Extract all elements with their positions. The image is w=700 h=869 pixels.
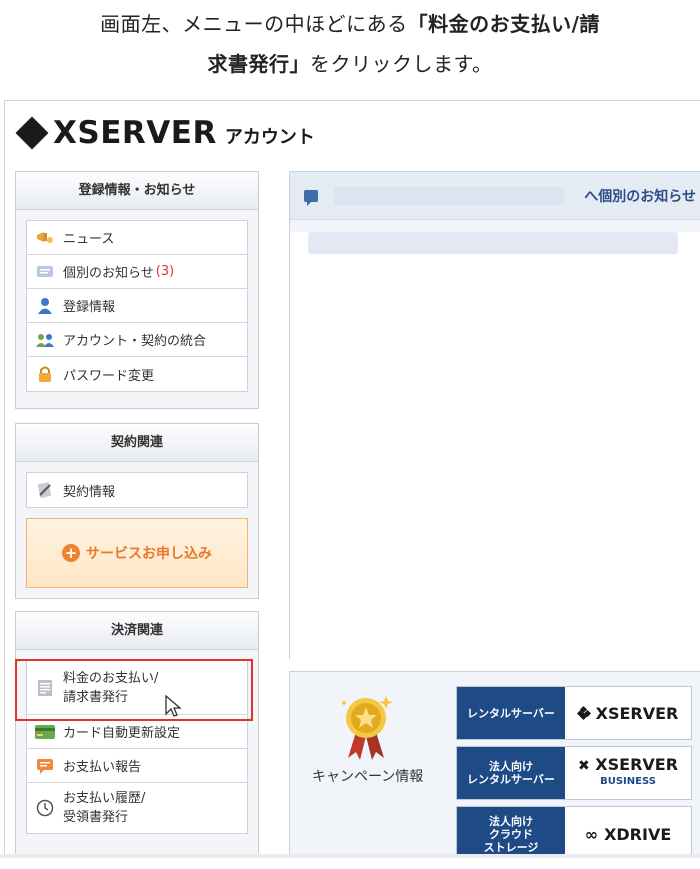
menu-item-payment-report[interactable]: お支払い報告 (27, 749, 247, 783)
banner-right-logo: ∞ XDRIVE (565, 807, 691, 857)
instruction-line2: をクリックします。 (310, 52, 493, 76)
user-icon (35, 296, 55, 316)
service-button-label: サービスお申し込み (86, 546, 212, 562)
x-mark-icon: ✖ (577, 757, 590, 774)
menu-item-label: 登録情報 (63, 300, 116, 315)
menu-item-label-line2: 受領書発行 (63, 810, 129, 825)
menu-item-label: お支払い報告 (63, 760, 142, 775)
screenshot-bottom-border (0, 854, 700, 858)
banner-rental-server[interactable]: レンタルサーバー XSERVER (456, 686, 692, 740)
payment-panel-title: 決済関連 (16, 612, 258, 650)
blurred-notice-content (308, 232, 678, 254)
instruction-emphasis-2: 求書発行」 (207, 52, 310, 76)
banner-cloud-storage[interactable]: 法人向け クラウド ストレージ ∞ XDRIVE (456, 806, 692, 857)
menu-item-payment-invoice[interactable]: 料金のお支払い/ 請求書発行 (27, 661, 247, 715)
banner-left-label: 法人向け クラウド ストレージ (457, 807, 565, 857)
contract-icon (35, 480, 55, 500)
menu-item-payment-history[interactable]: お支払い履歴/ 受領書発行 (27, 783, 247, 833)
instruction-line1: 画面左、メニューの中ほどにある (100, 12, 408, 36)
menu-item-contract-info[interactable]: 契約情報 (27, 473, 247, 507)
users-icon (35, 330, 55, 350)
banner-right-logo: XSERVER (565, 687, 691, 739)
contract-panel-title: 契約関連 (16, 424, 258, 462)
banner-left-label: 法人向け レンタルサーバー (457, 747, 565, 799)
banner-business-server[interactable]: 法人向け レンタルサーバー ✖ XSERVER BUSINESS (456, 746, 692, 800)
payment-menu: 料金のお支払い/ 請求書発行 カード自動更新設定 お支払い報告 お支払い履歴/ … (26, 660, 248, 834)
report-icon (35, 756, 55, 776)
logo-text: XSERVER (53, 115, 217, 151)
service-application-button[interactable]: + サービスお申し込み (26, 518, 248, 588)
contract-panel: 契約関連 契約情報 + サービスお申し込み (15, 423, 259, 599)
banner-brand: XSERVER (595, 754, 679, 774)
chat-icon (304, 189, 318, 206)
credit-card-icon (35, 722, 55, 742)
blurred-text (334, 186, 564, 205)
banner-left-line1: 法人向け (489, 814, 533, 828)
xserver-diamond-icon (15, 116, 49, 150)
menu-item-password-change[interactable]: パスワード変更 (27, 357, 247, 391)
banner-left-line2: レンタルサーバー (467, 773, 555, 786)
menu-item-label-line1: 料金のお支払い/ (63, 670, 159, 686)
banner-right-logo: ✖ XSERVER BUSINESS (565, 747, 691, 799)
lock-icon (35, 364, 55, 384)
payment-panel: 決済関連 料金のお支払い/ 請求書発行 カード自動更新設定 お支払い報告 お支払… (15, 611, 259, 857)
contract-menu: 契約情報 (26, 472, 248, 508)
menu-item-label: パスワード変更 (63, 368, 155, 384)
account-panel: 登録情報・お知らせ ニュース 個別のお知らせ (3) 登録情報 アカウント・契約… (15, 171, 259, 409)
banner-left-line3: ストレージ (483, 840, 539, 854)
xdrive-link-icon: ∞ (584, 824, 599, 844)
logo-subtitle: アカウント (224, 127, 315, 148)
menu-item-news[interactable]: ニュース (27, 221, 247, 255)
invoice-icon (35, 678, 55, 698)
account-menu: ニュース 個別のお知らせ (3) 登録情報 アカウント・契約の統合 パスワード変… (26, 220, 248, 392)
mouse-pointer-icon (165, 695, 182, 717)
banner-brand-sub: BUSINESS (600, 775, 656, 787)
instruction-emphasis-1: 「料金のお支払い/請 (407, 12, 600, 36)
notice-header: へ個別のお知らせ (290, 172, 700, 220)
menu-item-label: 契約情報 (63, 484, 116, 500)
campaign-label: キャンペーン情報 (312, 769, 424, 785)
menu-item-account-merge[interactable]: アカウント・契約の統合 (27, 323, 247, 357)
xserver-account-screenshot: XSERVER アカウント 登録情報・お知らせ ニュース 個別のお知らせ (3) (4, 100, 700, 858)
campaign-area: キャンペーン情報 レンタルサーバー XSERVER 法人向け レンタルサーバー ✖… (289, 671, 700, 857)
message-icon (35, 262, 55, 282)
clock-icon (35, 798, 55, 818)
notice-body (290, 232, 700, 671)
individual-notice-link[interactable]: へ個別のお知らせ (584, 186, 696, 206)
menu-item-card-auto-renew[interactable]: カード自動更新設定 (27, 715, 247, 749)
menu-item-label: アカウント・契約の統合 (63, 334, 207, 349)
menu-item-label: 個別のお知らせ (63, 266, 154, 281)
menu-item-label: ニュース (63, 232, 115, 247)
banner-brand: XSERVER (595, 703, 679, 723)
banner-brand: XDRIVE (604, 824, 672, 844)
menu-item-label: カード自動更新設定 (63, 726, 181, 741)
megaphone-icon (35, 228, 55, 248)
menu-item-registration-info[interactable]: 登録情報 (27, 289, 247, 323)
banner-left-line1: 法人向け (488, 760, 533, 773)
instruction-text: 画面左、メニューの中ほどにある「料金のお支払い/請 求書発行」をクリックします。 (0, 0, 700, 96)
medal-icon (341, 696, 393, 760)
menu-item-label-line2: 請求書発行 (63, 689, 129, 705)
banner-left-line2: クラウド (489, 827, 533, 841)
xserver-logo[interactable]: XSERVER アカウント (15, 113, 315, 153)
menu-item-individual-notices[interactable]: 個別のお知らせ (3) (27, 255, 247, 289)
banner-left-label: レンタルサーバー (457, 687, 565, 739)
menu-item-label-line1: お支払い履歴/ (63, 791, 146, 806)
notice-area: へ個別のお知らせ (289, 171, 700, 671)
notice-count-badge: (3) (155, 264, 175, 279)
xserver-diamond-icon (576, 705, 591, 721)
plus-circle-icon: + (62, 544, 80, 562)
account-panel-title: 登録情報・お知らせ (16, 172, 258, 210)
